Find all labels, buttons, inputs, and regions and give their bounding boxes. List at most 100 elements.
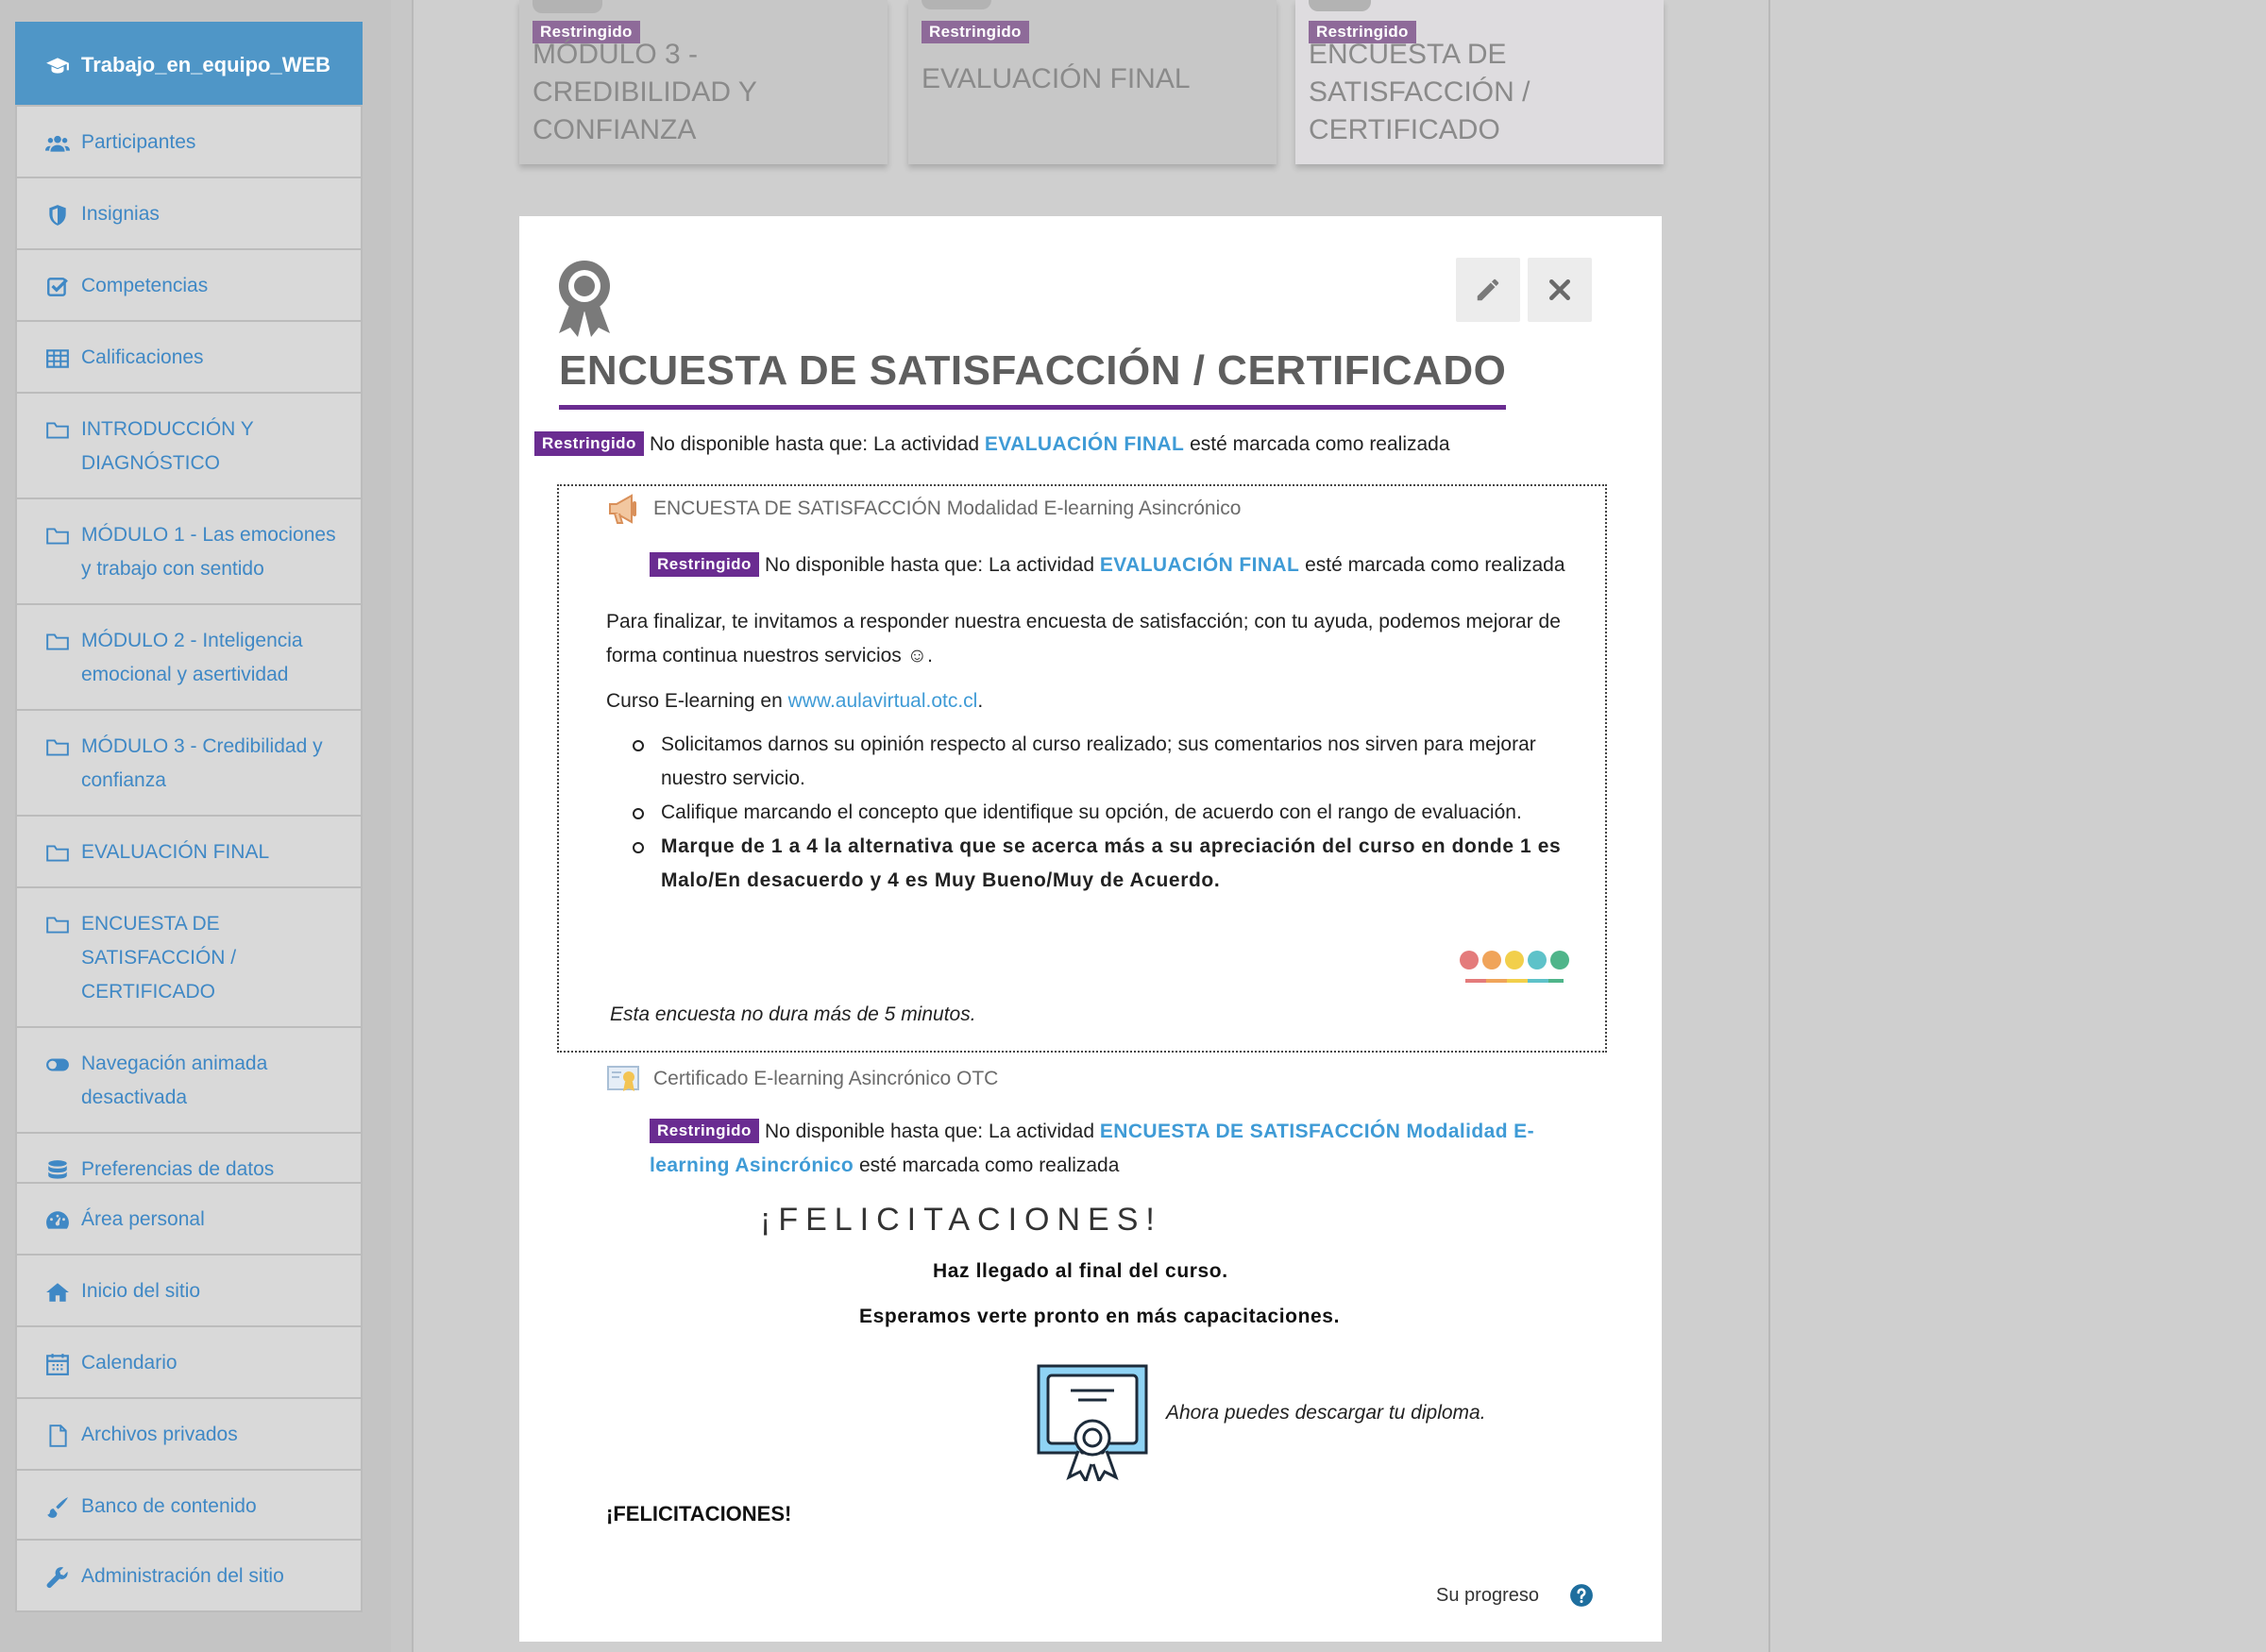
sidebar-item-banco-contenido[interactable]: Banco de contenido xyxy=(15,1469,363,1542)
satisfaction-scale-icon xyxy=(1460,951,1569,983)
survey-title: ENCUESTA DE SATISFACCIÓN Modalidad E-lea… xyxy=(653,497,1242,519)
award-ribbon-icon xyxy=(559,261,610,337)
course-prefix: Curso E-learning en xyxy=(606,690,783,712)
card-actions xyxy=(1456,258,1592,322)
sidebar-item-label: Banco de contenido xyxy=(81,1495,257,1517)
sidebar-item-evaluacion-final[interactable]: EVALUACIÓN FINAL xyxy=(15,815,363,888)
help-icon[interactable] xyxy=(1569,1583,1594,1608)
sidebar-item-administracion[interactable]: Administración del sitio xyxy=(15,1539,363,1612)
progress-indicator: Su progreso xyxy=(1436,1583,1594,1608)
megaphone-icon xyxy=(609,494,636,524)
sidebar-item-label: MÓDULO 2 - Inteligencia emocional y aser… xyxy=(81,630,303,685)
course-suffix: . xyxy=(977,690,984,712)
file-icon xyxy=(45,1424,70,1448)
toggle-icon xyxy=(45,1053,70,1077)
sidebar-item-navegacion-animada[interactable]: Navegación animada desactivada xyxy=(15,1026,363,1134)
restriction-suffix: esté marcada como realizada xyxy=(858,1155,1120,1176)
congrats-heading: ¡FELICITACIONES! xyxy=(760,1202,1162,1238)
right-pane-edge xyxy=(1768,0,1770,1652)
restricted-badge: Restringido xyxy=(650,1119,759,1143)
survey-instructions: Solicitamos darnos su opinión respecto a… xyxy=(606,728,1579,898)
quiz-icon xyxy=(922,0,991,9)
survey-intro: Para finalizar, te invitamos a responder… xyxy=(606,605,1569,673)
sidebar-item-inicio[interactable]: Inicio del sitio xyxy=(15,1254,363,1327)
survey-intro-line1: Para finalizar, te invitamos a responder… xyxy=(606,611,1561,632)
pencil-icon xyxy=(1477,278,1499,301)
course-end-text: Haz llegado al final del curso. xyxy=(933,1260,1228,1282)
sidebar-item-label: Archivos privados xyxy=(81,1424,238,1445)
section-restriction: Restringido No disponible hasta que: La a… xyxy=(534,428,1450,462)
sidebar-item-calificaciones[interactable]: Calificaciones xyxy=(15,320,363,394)
restriction-suffix: esté marcada como realizada xyxy=(1190,433,1450,455)
download-diploma-text: Ahora puedes descargar tu diploma. xyxy=(1166,1402,1486,1424)
sidebar-item-area-personal[interactable]: Área personal xyxy=(15,1182,363,1256)
dashboard-icon xyxy=(45,1208,70,1233)
sidebar-item-label: Área personal xyxy=(81,1208,205,1230)
sidebar-item-label: MÓDULO 1 - Las emociones y trabajo con s… xyxy=(81,524,336,580)
course-sidebar: Trabajo_en_equipo_WEB Participantes Insi… xyxy=(0,0,391,1652)
restriction-activity-link[interactable]: EVALUACIÓN FINAL xyxy=(1100,554,1299,576)
certificate-icon xyxy=(607,1066,639,1091)
admin-nav: Administración del sitio xyxy=(15,1539,363,1612)
tile-title: MÓDULO 3 - CREDIBILIDAD Y CONFIANZA xyxy=(533,39,757,145)
survey-intro-line2: forma continua nuestros servicios ☺. xyxy=(606,645,933,666)
sidebar-item-archivos[interactable]: Archivos privados xyxy=(15,1397,363,1471)
restricted-badge: Restringido xyxy=(534,431,644,456)
folder-icon xyxy=(45,913,70,937)
sidebar-item-label: Inicio del sitio xyxy=(81,1280,201,1302)
restriction-activity-link[interactable]: EVALUACIÓN FINAL xyxy=(985,433,1184,455)
sidebar-item-encuesta[interactable]: ENCUESTA DE SATISFACCIÓN / CERTIFICADO xyxy=(15,886,363,1028)
aulavirtual-link[interactable]: www.aulavirtual.otc.cl xyxy=(788,690,978,712)
restricted-badge: Restringido xyxy=(650,552,759,577)
certificate-activity-link[interactable]: Certificado E-learning Asincrónico OTC xyxy=(606,1062,998,1096)
tile-encuesta[interactable]: Restringido ENCUESTA DE SATISFACCIÓN / C… xyxy=(1295,0,1664,164)
sidebar-item-label: EVALUACIÓN FINAL xyxy=(81,841,270,863)
survey-activity-box: ENCUESTA DE SATISFACCIÓN Modalidad E-lea… xyxy=(557,484,1607,1053)
survey-activity-link[interactable]: ENCUESTA DE SATISFACCIÓN Modalidad E-lea… xyxy=(606,492,1241,526)
brush-icon xyxy=(45,1495,70,1520)
sidebar-item-label: Competencias xyxy=(81,275,209,296)
sidebar-item-label: Calendario xyxy=(81,1352,178,1374)
certificate-title: Certificado E-learning Asincrónico OTC xyxy=(653,1068,999,1089)
folder-icon xyxy=(533,0,602,13)
sidebar-item-label: INTRODUCCIÓN Y DIAGNÓSTICO xyxy=(81,418,254,474)
sidebar-item-label: Calificaciones xyxy=(81,346,204,368)
section-card: ENCUESTA DE SATISFACCIÓN / CERTIFICADO R… xyxy=(519,216,1662,1642)
global-nav: Área personal Inicio del sitio Calendari… xyxy=(15,1182,363,1542)
list-item: Marque de 1 a 4 la alternativa que se ac… xyxy=(606,830,1579,898)
certificate-restriction: Restringido No disponible hasta que: La a… xyxy=(650,1115,1575,1183)
sidebar-item-participantes[interactable]: Participantes xyxy=(15,105,363,178)
sidebar-item-label: ENCUESTA DE SATISFACCIÓN / CERTIFICADO xyxy=(81,913,237,1003)
drawer-edge xyxy=(391,0,414,1652)
database-icon xyxy=(45,1158,70,1183)
sidebar-item-calendario[interactable]: Calendario xyxy=(15,1325,363,1399)
folder-icon xyxy=(45,841,70,866)
restriction-prefix: No disponible hasta que: La actividad xyxy=(764,1121,1095,1142)
graduation-cap-icon xyxy=(45,54,70,78)
sidebar-item-competencias[interactable]: Competencias xyxy=(15,248,363,322)
survey-restriction: Restringido No disponible hasta que: La a… xyxy=(650,548,1565,582)
close-button[interactable] xyxy=(1528,258,1592,322)
sidebar-item-modulo-3[interactable]: MÓDULO 3 - Credibilidad y confianza xyxy=(15,709,363,817)
sidebar-item-label: Navegación animada desactivada xyxy=(81,1053,268,1108)
progress-label: Su progreso xyxy=(1436,1584,1539,1606)
sidebar-item-introduccion[interactable]: INTRODUCCIÓN Y DIAGNÓSTICO xyxy=(15,392,363,499)
tile-modulo-3[interactable]: Restringido MÓDULO 3 - CREDIBILIDAD Y CO… xyxy=(519,0,888,164)
folder-icon xyxy=(45,524,70,548)
restriction-prefix: No disponible hasta que: La actividad xyxy=(764,554,1095,576)
folder-icon xyxy=(45,418,70,443)
close-icon xyxy=(1549,279,1570,300)
sidebar-item-label: Participantes xyxy=(81,131,196,153)
calendar-icon xyxy=(45,1352,70,1376)
sidebar-item-insignias[interactable]: Insignias xyxy=(15,177,363,250)
edit-button[interactable] xyxy=(1456,258,1520,322)
sidebar-item-modulo-2[interactable]: MÓDULO 2 - Inteligencia emocional y aser… xyxy=(15,603,363,711)
sidebar-item-label: MÓDULO 3 - Credibilidad y confianza xyxy=(81,735,323,791)
sidebar-item-modulo-1[interactable]: MÓDULO 1 - Las emociones y trabajo con s… xyxy=(15,497,363,605)
list-item: Solicitamos darnos su opinión respecto a… xyxy=(606,728,1579,796)
section-title: ENCUESTA DE SATISFACCIÓN / CERTIFICADO xyxy=(559,345,1507,410)
tile-evaluacion-final[interactable]: Restringido EVALUACIÓN FINAL xyxy=(908,0,1277,164)
restriction-prefix: No disponible hasta que: La actividad xyxy=(649,433,980,455)
final-congrats: ¡FELICITACIONES! xyxy=(606,1502,792,1526)
sidebar-course-home[interactable]: Trabajo_en_equipo_WEB xyxy=(15,22,363,107)
